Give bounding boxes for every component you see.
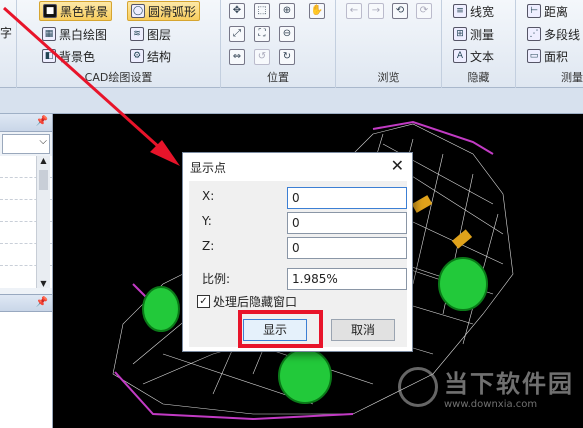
x-label: X:	[202, 189, 215, 203]
hide-after-process-label: 处理后隐藏窗口	[213, 295, 298, 309]
dialog-title-bar: 显示点 ✕	[183, 153, 412, 181]
z-input[interactable]: 0	[287, 237, 407, 259]
z-label: Z:	[202, 239, 215, 253]
y-label: Y:	[202, 214, 212, 228]
y-input[interactable]: 0	[287, 212, 407, 234]
cancel-button[interactable]: 取消	[331, 319, 395, 341]
dialog-title: 显示点	[190, 161, 227, 175]
watermark-main: 当下软件园	[444, 370, 574, 398]
watermark-logo-icon	[398, 367, 438, 407]
watermark: 当下软件园 www.downxia.com	[398, 364, 574, 410]
hide-after-process-checkbox[interactable]: ✓ 处理后隐藏窗口	[197, 293, 297, 310]
close-icon[interactable]: ✕	[391, 156, 404, 175]
checkbox-checked-icon[interactable]: ✓	[197, 295, 210, 308]
x-input[interactable]: 0	[287, 187, 407, 209]
watermark-url: www.downxia.com	[444, 399, 538, 410]
highlight-box	[238, 310, 323, 348]
scale-input[interactable]: 1.985%	[287, 268, 407, 290]
scale-label: 比例:	[202, 272, 231, 286]
